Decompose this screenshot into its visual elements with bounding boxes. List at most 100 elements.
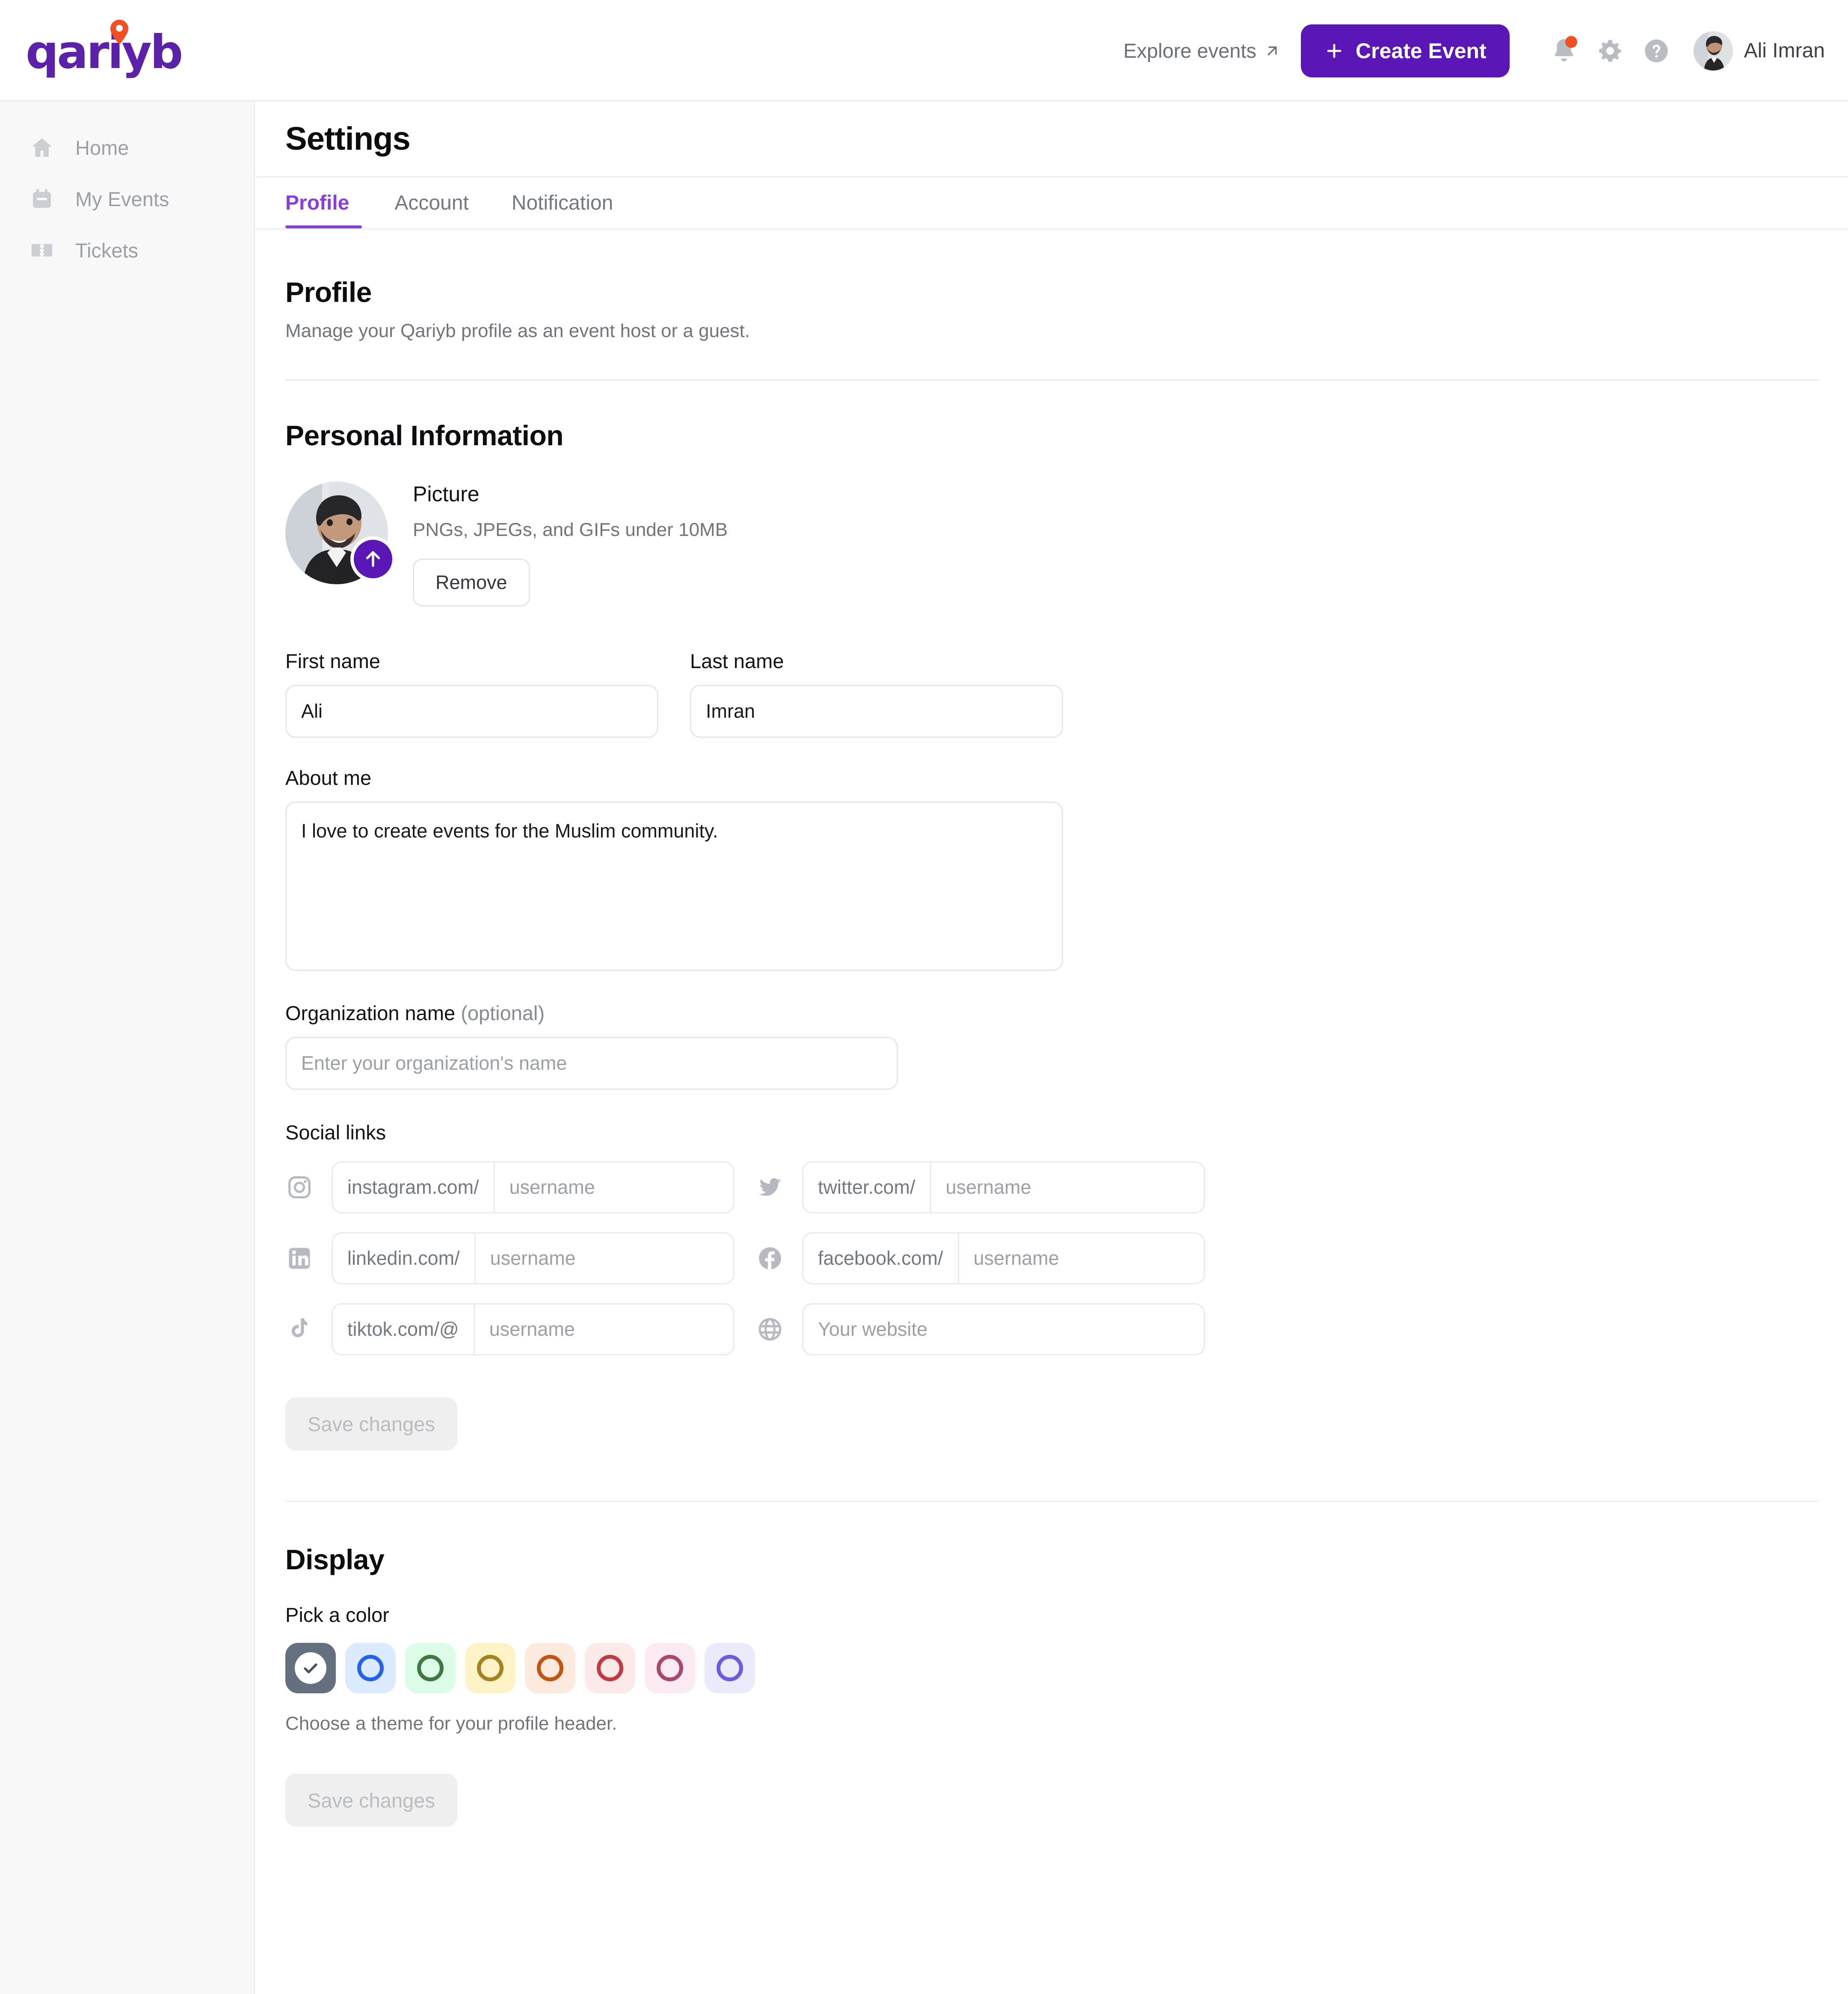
profile-heading: Profile [285,276,372,308]
upload-picture-button[interactable] [350,536,396,582]
circle-icon [717,1655,743,1681]
organization-field: Organization name (optional) [285,1001,898,1090]
help-button[interactable] [1635,30,1677,72]
name-fields: First name Last name [285,649,1819,738]
linkedin-username-input[interactable] [475,1234,733,1283]
plus-icon [1327,44,1342,58]
picture-title: Picture [413,482,480,506]
first-name-input[interactable] [285,685,658,738]
check-icon [295,1652,326,1684]
social-links-label: Social links [285,1121,386,1144]
personal-information-heading: Personal Information [285,420,564,451]
instagram-icon [285,1173,314,1201]
color-swatch-orange[interactable] [525,1643,575,1693]
circle-icon [537,1655,563,1681]
about-me-field: About me [285,766,1063,973]
notification-badge-dot [1565,36,1577,48]
sidebar-item-my-events[interactable]: My Events [0,173,254,225]
tab-label: Profile [285,192,349,214]
brand-logo-text: qariyb [26,26,183,79]
arrow-up-right-icon [1268,46,1277,55]
circle-icon [657,1655,683,1681]
twitter-icon [756,1173,784,1201]
circle-icon [477,1655,503,1681]
question-circle-icon [1644,39,1668,62]
notifications-button[interactable] [1543,30,1585,72]
brand-logo[interactable]: qariyb [26,20,205,81]
social-row-linkedin: linkedin.com/ [285,1232,734,1284]
color-swatches [285,1643,1819,1693]
social-prefix: linkedin.com/ [333,1234,476,1283]
create-event-button[interactable]: Create Event [1300,24,1510,77]
save-display-button[interactable]: Save changes [285,1774,457,1827]
linkedin-icon [285,1244,314,1272]
sidebar-item-home[interactable]: Home [0,122,254,173]
organization-input[interactable] [285,1037,898,1090]
pick-a-color-label: Pick a color [285,1603,389,1626]
create-event-label: Create Event [1355,38,1487,63]
page-title: Settings [285,121,411,157]
circle-icon [597,1655,623,1681]
social-links-grid: instagram.com/ twitter.com/ [285,1161,1819,1355]
avatar [1693,31,1733,71]
remove-picture-button[interactable]: Remove [413,559,530,606]
color-swatch-yellow[interactable] [465,1643,515,1693]
sidebar-item-tickets[interactable]: Tickets [0,225,254,276]
picture-section: Picture PNGs, JPEGs, and GIFs under 10MB… [285,482,1819,606]
tab-label: Account [394,192,469,214]
home-icon [29,135,55,160]
sidebar: Home My Events Tickets [0,101,255,1994]
color-swatch-pink[interactable] [645,1643,695,1693]
social-prefix: instagram.com/ [333,1163,495,1212]
settings-button[interactable] [1589,30,1631,72]
gear-icon [1599,40,1621,62]
social-prefix: facebook.com/ [803,1234,959,1283]
theme-hint: Choose a theme for your profile header. [285,1713,617,1734]
social-row-facebook: facebook.com/ [756,1232,1205,1284]
display-heading: Display [285,1544,385,1575]
social-row-website [756,1303,1205,1355]
picture-note: PNGs, JPEGs, and GIFs under 10MB [413,519,728,540]
organization-optional-suffix: (optional) [461,1002,545,1024]
explore-events-link[interactable]: Explore events [1123,39,1281,62]
location-pin-icon [110,20,128,44]
last-name-input[interactable] [690,685,1063,738]
sidebar-item-label: Home [75,136,129,159]
user-menu[interactable]: Ali Imran [1693,31,1825,71]
tab-profile[interactable]: Profile [285,178,373,228]
social-prefix: tiktok.com/@ [333,1305,475,1354]
ticket-icon [29,237,55,263]
circle-icon [357,1655,384,1681]
tab-label: Notification [511,192,613,214]
color-swatch-green[interactable] [405,1643,456,1693]
facebook-username-input[interactable] [959,1234,1204,1283]
tab-notification[interactable]: Notification [490,178,634,228]
settings-tabs: Profile Account Notification [256,178,1848,230]
social-row-tiktok: tiktok.com/@ [285,1303,734,1355]
upload-arrow-icon [366,551,380,567]
social-row-twitter: twitter.com/ [756,1161,1205,1213]
instagram-username-input[interactable] [495,1163,733,1212]
tiktok-username-input[interactable] [474,1305,733,1354]
calendar-icon [29,186,55,212]
color-swatch-slate[interactable] [285,1643,336,1693]
top-bar: qariyb Explore events Create Event Ali I… [0,0,1848,101]
globe-icon [756,1315,784,1343]
social-prefix: twitter.com/ [803,1163,931,1212]
website-input[interactable] [803,1305,1204,1354]
profile-panel: Profile Manage your Qariyb profile as an… [256,230,1848,1827]
color-swatch-blue[interactable] [345,1643,396,1693]
tab-account[interactable]: Account [373,178,490,228]
about-me-textarea[interactable] [285,802,1063,971]
save-profile-button[interactable]: Save changes [285,1397,457,1450]
twitter-username-input[interactable] [931,1163,1204,1212]
user-name-label: Ali Imran [1744,39,1825,62]
sidebar-item-label: Tickets [75,239,139,262]
color-swatch-indigo[interactable] [705,1643,755,1693]
last-name-label: Last name [690,650,784,672]
sidebar-item-label: My Events [75,187,169,210]
color-swatch-red[interactable] [585,1643,635,1693]
organization-label: Organization name (optional) [285,1002,545,1024]
page-header: Settings [256,101,1848,178]
organization-label-text: Organization name [285,1002,456,1024]
